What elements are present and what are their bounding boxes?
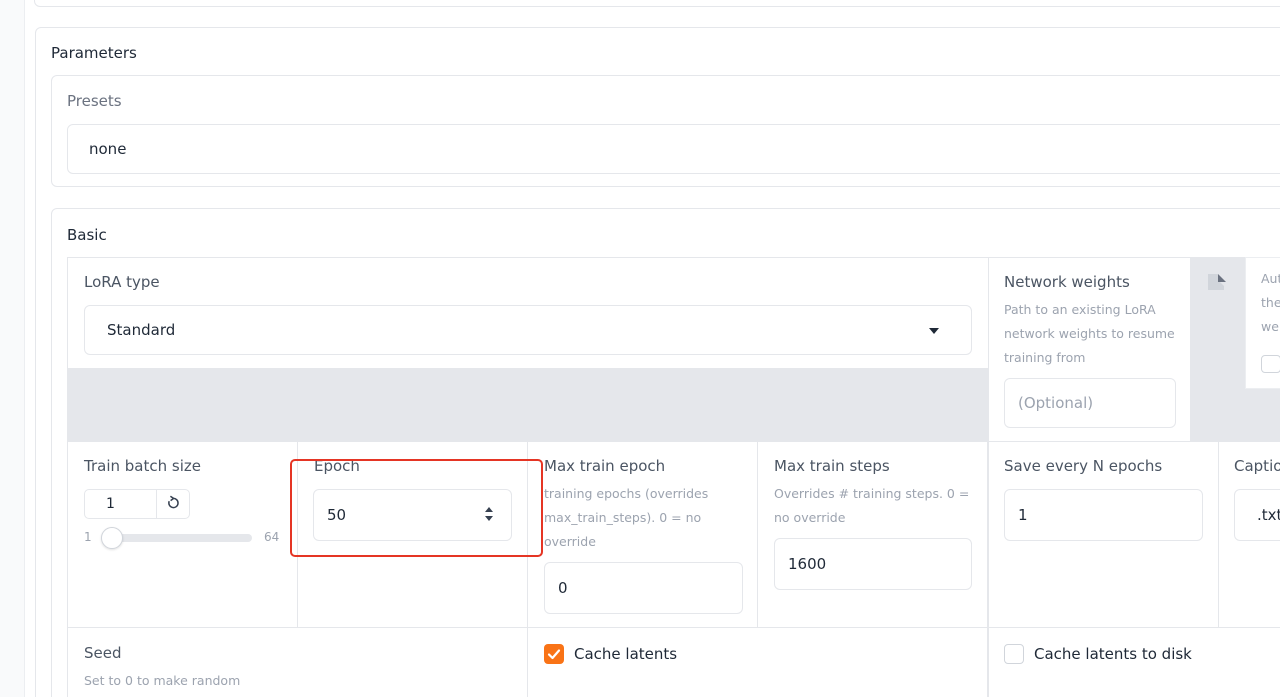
max-train-steps-info: Overrides # training steps. 0 = no overr… [774, 486, 970, 525]
previous-panel [34, 0, 1280, 7]
auto-option-info: Aut the we [1261, 271, 1280, 334]
max-train-steps-label: Max train steps [774, 457, 890, 475]
slider-min: 1 [84, 530, 92, 544]
seed-label: Seed [84, 644, 122, 662]
seed-info: Set to 0 to make random [84, 673, 241, 688]
presets-dropdown[interactable]: none [67, 124, 1280, 174]
file-icon[interactable] [1206, 272, 1228, 298]
auto-option-checkbox[interactable] [1261, 355, 1280, 373]
check-icon [547, 649, 561, 660]
slider-max: 64 [264, 530, 280, 544]
save-every-n-epochs-label: Save every N epochs [1004, 457, 1163, 475]
max-train-epoch-info: training epochs (overrides max_train_ste… [544, 486, 709, 549]
train-batch-size-value: 1 [106, 496, 115, 512]
network-weights-label: Network weights [1004, 273, 1130, 291]
epoch-label: Epoch [314, 457, 360, 475]
network-weights-input[interactable]: (Optional) [1004, 378, 1176, 428]
save-every-n-epochs-input[interactable]: 1 [1004, 489, 1203, 541]
left-gutter [0, 0, 25, 697]
cache-latents-checkbox[interactable] [544, 644, 564, 664]
spinner-icon[interactable] [482, 503, 496, 525]
cache-latents-to-disk-checkbox[interactable] [1004, 644, 1024, 664]
parameters-title: Parameters [51, 44, 137, 62]
caption-extension-label: Captio [1234, 457, 1280, 475]
lora-type-label: LoRA type [84, 273, 160, 291]
max-train-steps-input[interactable]: 1600 [774, 538, 972, 590]
max-train-epoch-label: Max train epoch [544, 457, 666, 475]
train-batch-size-label: Train batch size [84, 457, 201, 475]
network-weights-info: Path to an existing LoRA network weights… [1004, 302, 1175, 365]
slider-thumb[interactable] [101, 527, 123, 549]
max-train-epoch-input[interactable]: 0 [544, 562, 743, 614]
chevron-down-icon[interactable] [929, 328, 939, 334]
input-divider [156, 490, 157, 518]
caption-extension-input[interactable]: .txt [1234, 489, 1280, 541]
cache-latents-label[interactable]: Cache latents [574, 645, 677, 663]
presets-label: Presets [67, 92, 122, 110]
basic-title: Basic [67, 226, 107, 244]
cache-latents-to-disk-label[interactable]: Cache latents to disk [1034, 645, 1192, 663]
empty-row-filler [68, 368, 988, 441]
train-batch-size-slider[interactable] [104, 534, 252, 542]
reset-icon[interactable] [163, 493, 183, 513]
lora-type-dropdown[interactable]: Standard [84, 305, 972, 355]
